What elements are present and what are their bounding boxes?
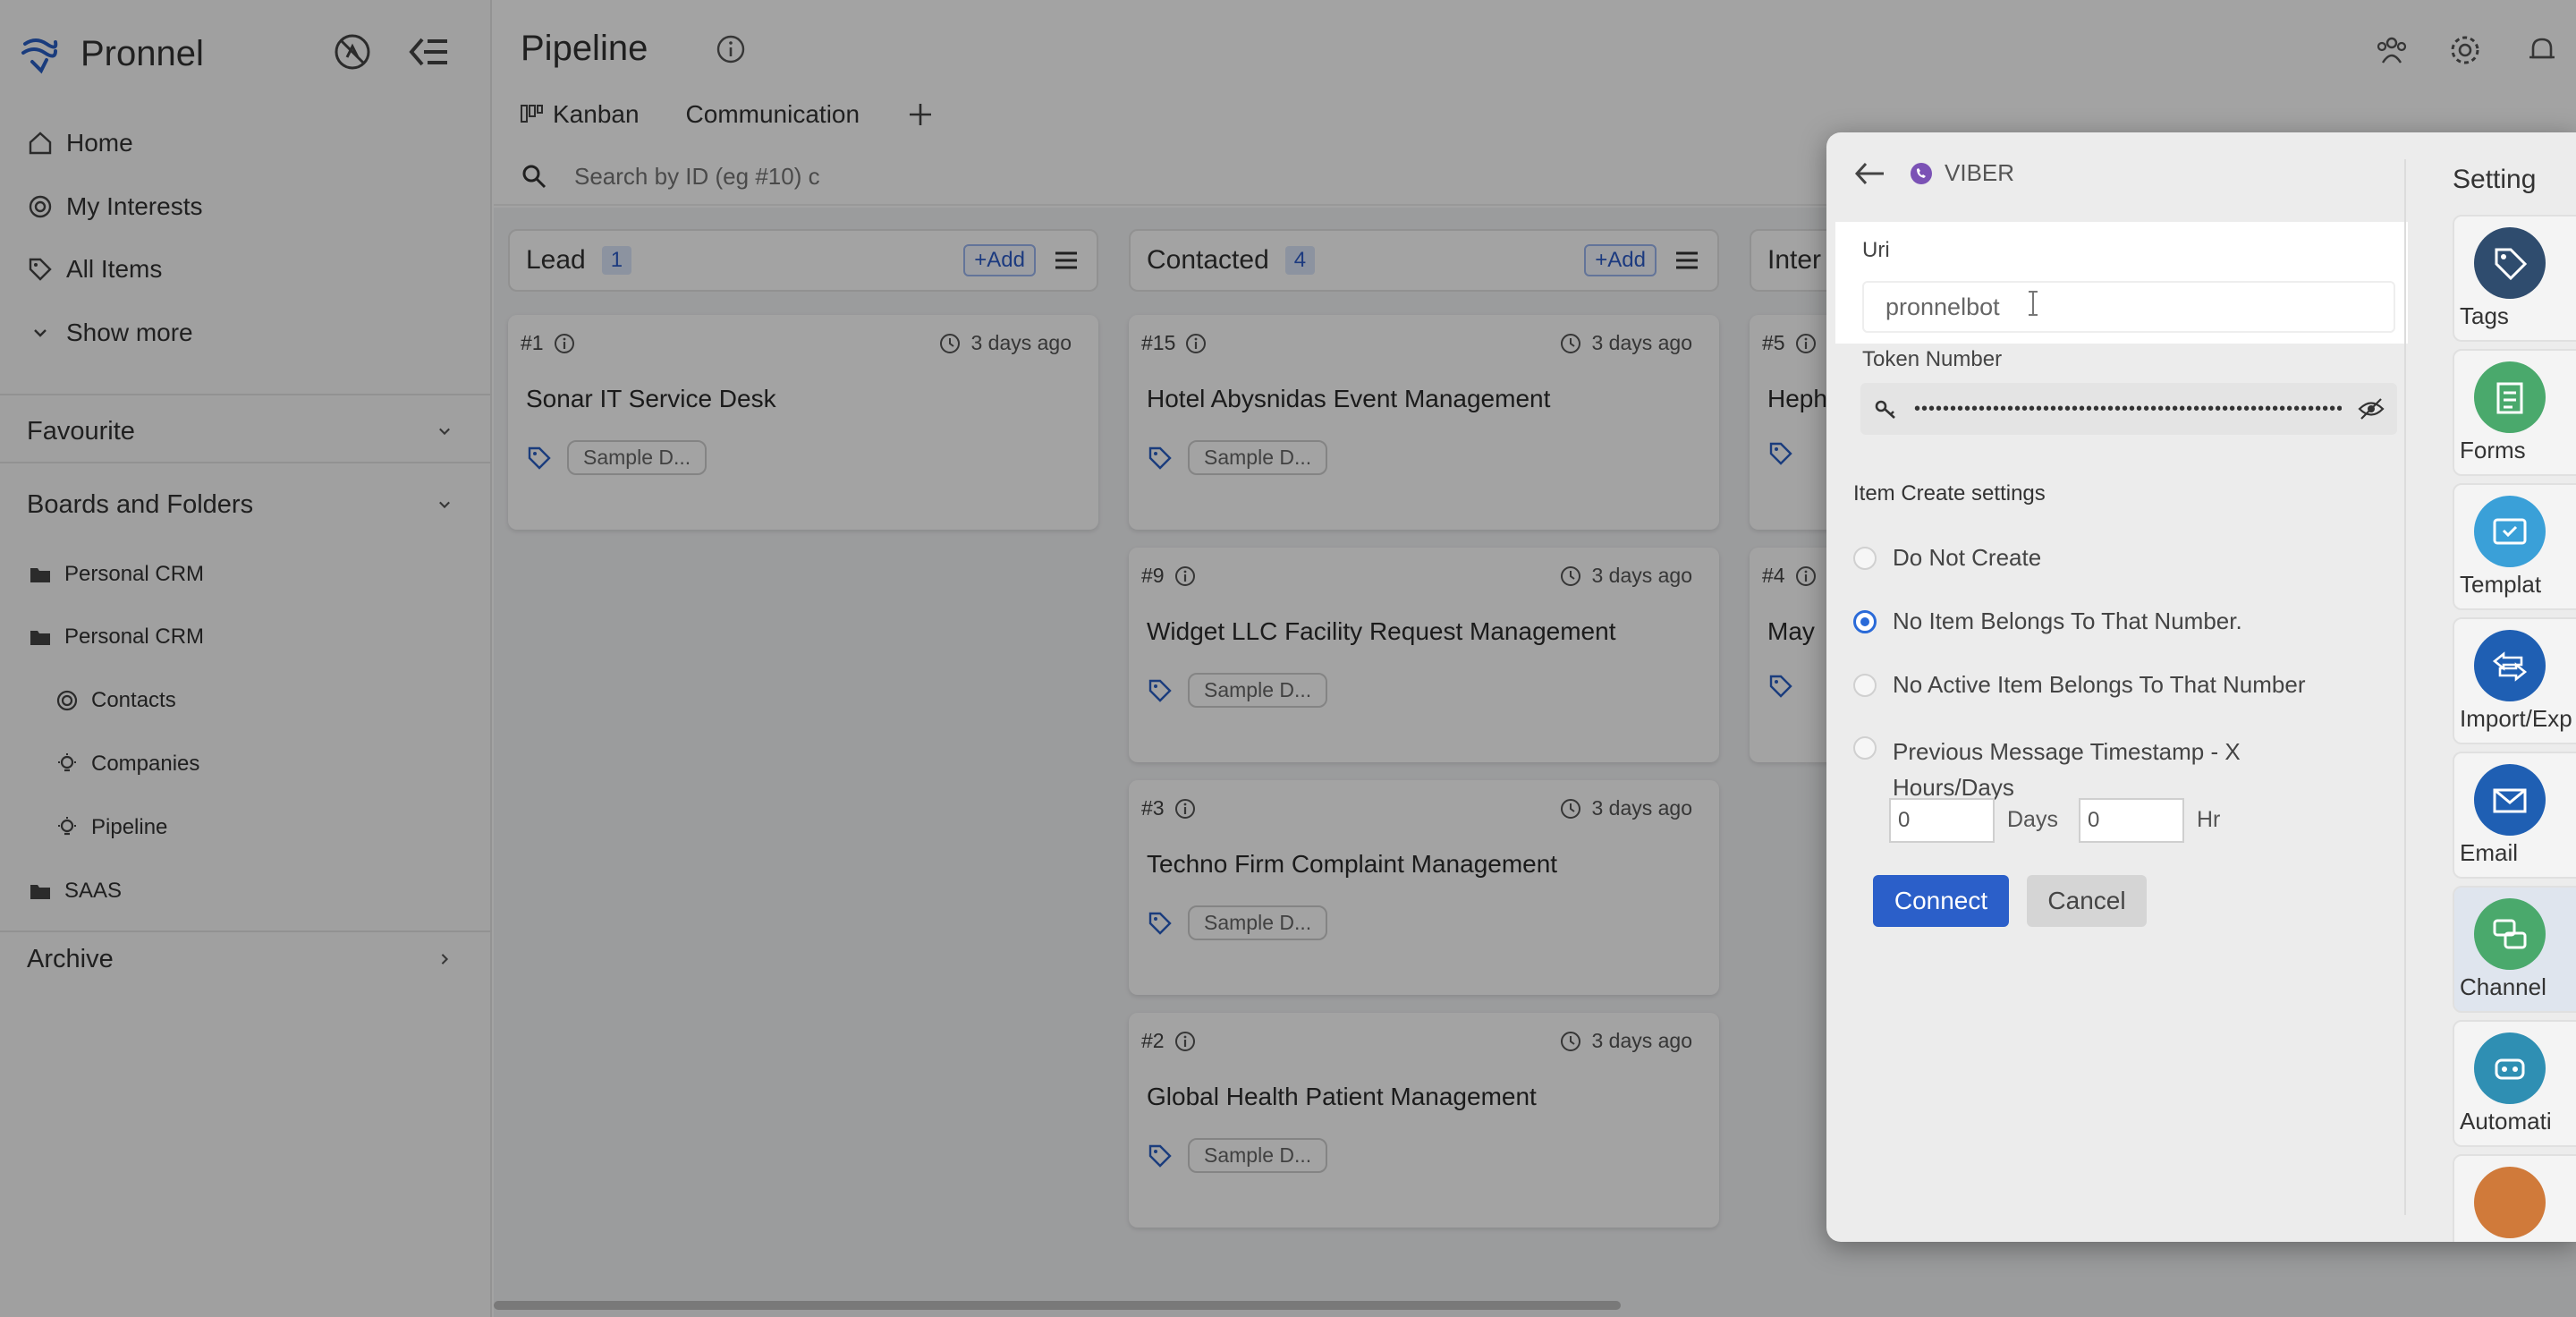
automation-icon [2474,1032,2546,1104]
hours-input[interactable] [2079,798,2184,843]
settings-tile-forms[interactable]: Forms [2453,349,2576,476]
uri-input[interactable] [1862,281,2395,333]
channel-name: VIBER [1945,159,2015,186]
connect-button[interactable]: Connect [1873,875,2009,927]
modal-divider [2404,159,2406,1215]
option-no-active-item[interactable]: No Active Item Belongs To That Number [1853,671,2306,699]
option-label: Previous Message Timestamp - X Hours/Day… [1893,738,2241,801]
tile-label: Forms [2460,437,2526,463]
channel-icon [2474,898,2546,970]
settings-tile-import-export[interactable]: Import/Exp [2453,617,2576,744]
email-icon [2474,764,2546,836]
radio-button-checked[interactable] [1853,610,1877,633]
radio-button[interactable] [1853,547,1877,570]
template-icon [2474,496,2546,567]
option-label: No Active Item Belongs To That Number [1893,671,2306,698]
back-arrow-icon[interactable] [1853,160,1885,187]
channel-settings-modal: VIBER Uri Token Number •••••••••••••••••… [1826,132,2576,1242]
option-do-not-create[interactable]: Do Not Create [1853,544,2041,572]
text-cursor-icon [2029,291,2038,316]
option-label: Do Not Create [1893,544,2042,571]
option-previous-timestamp[interactable]: Previous Message Timestamp - X Hours/Day… [1853,734,2354,805]
uri-label: Uri [1862,238,1890,262]
option-label: No Item Belongs To That Number. [1893,608,2242,634]
import-export-icon [2474,630,2546,701]
item-create-title: Item Create settings [1853,481,2046,506]
radio-button[interactable] [1853,736,1877,760]
tile-label: Email [2460,839,2519,866]
token-field[interactable]: ••••••••••••••••••••••••••••••••••••••••… [1860,383,2397,435]
tile-label: Channel [2460,973,2546,1000]
cancel-button[interactable]: Cancel [2027,875,2147,927]
more-settings-icon [2474,1167,2546,1238]
tag-icon [2474,227,2546,299]
settings-tile-channel[interactable]: Channel [2453,886,2576,1013]
form-icon [2474,361,2546,433]
viber-icon [1911,162,1932,184]
tile-label: Tags [2460,302,2509,329]
key-icon [1875,400,1895,419]
token-label: Token Number [1862,347,2003,371]
settings-tile-tags[interactable]: Tags [2453,215,2576,342]
token-value: ••••••••••••••••••••••••••••••••••••••••… [1914,398,2342,419]
days-label: Days [2007,807,2058,832]
days-input[interactable] [1889,798,1995,843]
settings-tile-automation[interactable]: Automati [2453,1020,2576,1147]
settings-tile-email[interactable]: Email [2453,752,2576,879]
settings-tile-more[interactable] [2453,1154,2576,1242]
tile-label: Import/Exp [2460,705,2572,732]
settings-title: Setting [2453,165,2537,194]
hide-password-icon[interactable] [2358,397,2385,421]
radio-button[interactable] [1853,674,1877,697]
hours-label: Hr [2197,807,2221,832]
settings-tile-templates[interactable]: Templat [2453,483,2576,610]
tile-label: Templat [2460,571,2542,598]
modal-header: VIBER [1853,159,2014,187]
option-no-item-belongs[interactable]: No Item Belongs To That Number. [1853,608,2242,635]
tile-label: Automati [2460,1108,2552,1134]
